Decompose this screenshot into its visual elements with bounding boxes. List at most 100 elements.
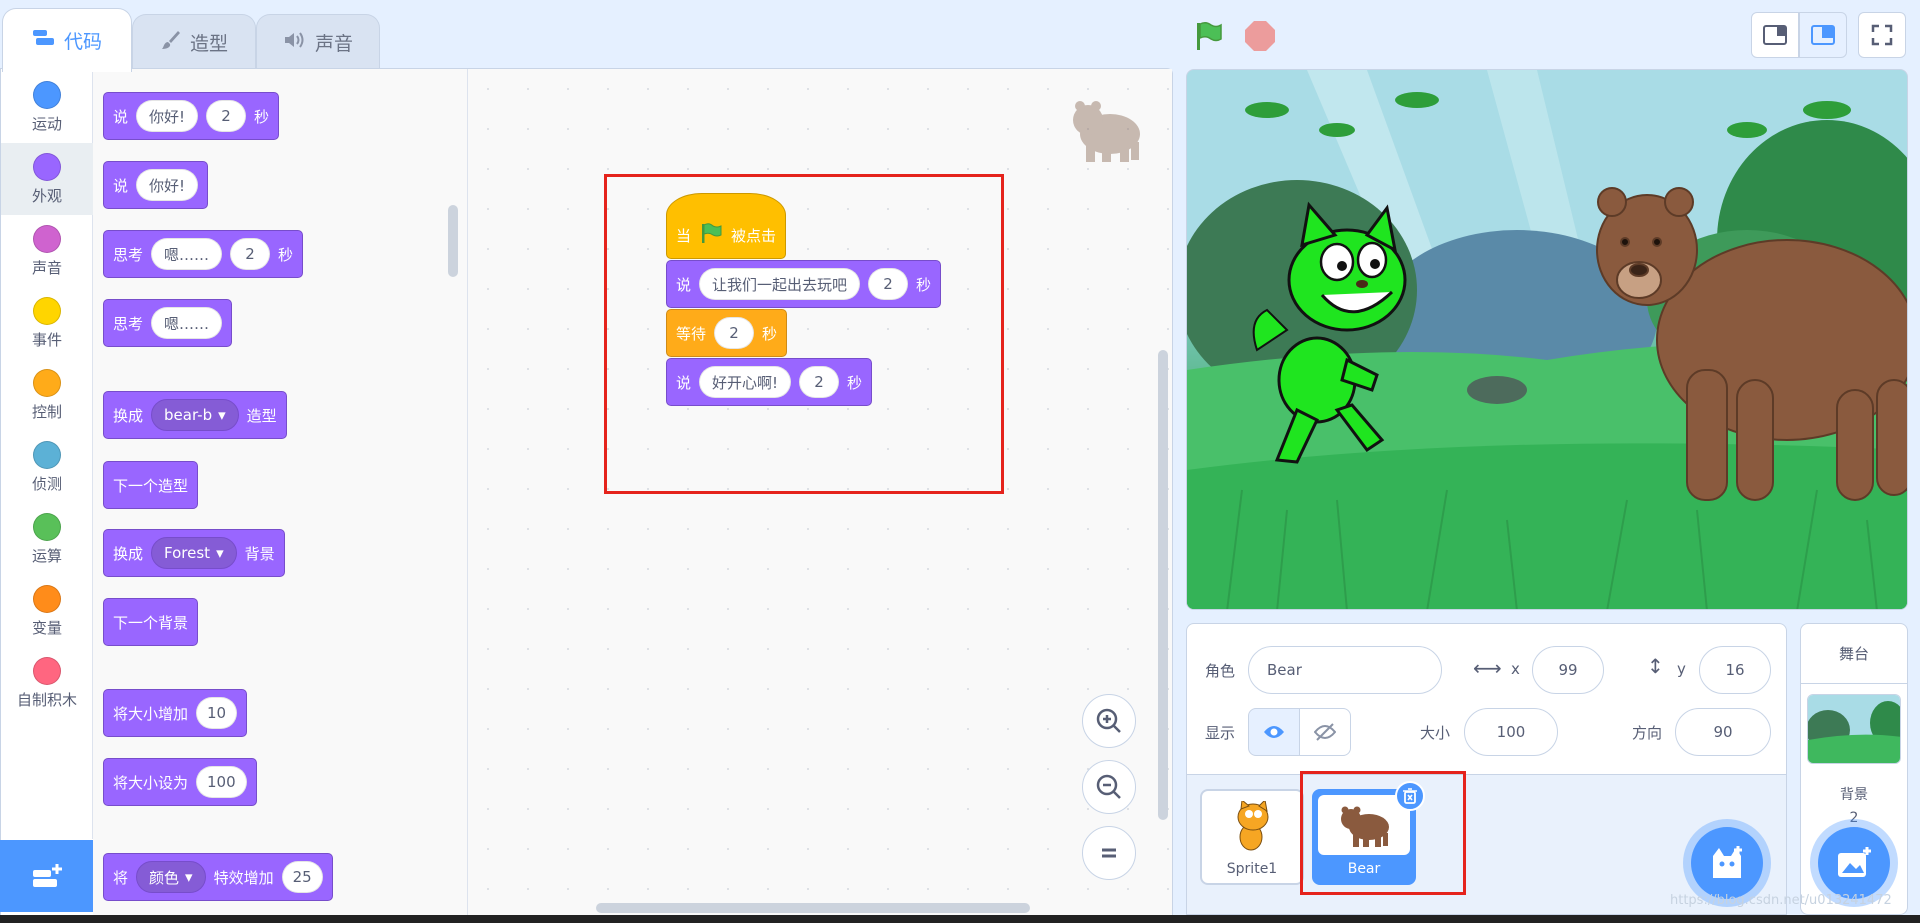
tab-costumes-label: 造型 [189, 33, 228, 55]
message-input[interactable]: 让我们一起出去玩吧 [699, 268, 861, 300]
delete-sprite-button[interactable] [1395, 781, 1425, 811]
when-flag-clicked-block[interactable]: 当 被点击 [666, 193, 787, 259]
sprite-name-input[interactable]: Bear [1248, 646, 1442, 694]
category-sensing[interactable]: 侦测 [1, 431, 93, 503]
think-for-secs-block[interactable]: 思考 嗯…… 2 秒 [103, 230, 304, 278]
effect-amount-input[interactable]: 25 [281, 861, 323, 893]
choose-sprite-button[interactable] [1691, 827, 1763, 899]
seconds-input[interactable]: 2 [868, 268, 909, 300]
add-extension-button[interactable] [0, 840, 93, 912]
zoom-out-button[interactable] [1082, 760, 1136, 814]
category-operators[interactable]: 运算 [1, 503, 93, 575]
y-input[interactable]: 16 [1699, 646, 1771, 694]
backdrop-dropdown[interactable]: Forest ▾ [151, 537, 237, 569]
tab-code[interactable]: 代码 [2, 8, 132, 72]
stage-canvas[interactable] [1186, 69, 1908, 610]
category-label: 自制积木 [16, 690, 77, 709]
sprite-tile-sprite1[interactable]: Sprite1 [1200, 789, 1304, 885]
block-text: 说 [113, 107, 129, 126]
small-stage-button[interactable] [1751, 12, 1799, 58]
block-text: 背景 [244, 544, 275, 563]
script-say-for-secs-block-2[interactable]: 说 好开心啊! 2 秒 [666, 358, 873, 406]
direction-input[interactable]: 90 [1675, 708, 1771, 756]
y-arrows-icon: ↕ [1647, 654, 1664, 678]
workspace-vertical-scrollbar[interactable] [1158, 350, 1168, 820]
normal-stage-button[interactable] [1799, 12, 1847, 58]
choose-backdrop-button[interactable] [1818, 827, 1890, 899]
green-flag-icon[interactable] [1188, 16, 1228, 56]
category-looks[interactable]: 外观 [1, 143, 93, 215]
fullscreen-icon [1871, 24, 1893, 46]
normal-stage-icon [1811, 25, 1835, 45]
paintbrush-icon [160, 29, 182, 57]
trash-icon [1403, 788, 1417, 804]
add-backdrop-icon [1838, 847, 1871, 877]
category-motion[interactable]: 运动 [1, 71, 93, 143]
category-label: 外观 [31, 186, 62, 205]
wait-seconds-input[interactable]: 2 [714, 317, 755, 349]
stage-title: 舞台 [1801, 624, 1907, 684]
category-dot [33, 152, 61, 181]
fullscreen-button[interactable] [1858, 12, 1906, 58]
category-label: 变量 [31, 618, 62, 637]
block-text: 秒 [847, 373, 863, 392]
say-for-secs-block[interactable]: 说 你好! 2 秒 [103, 92, 280, 140]
script-say-for-secs-block[interactable]: 说 让我们一起出去玩吧 2 秒 [666, 260, 942, 308]
next-backdrop-block[interactable]: 下一个背景 [103, 598, 199, 646]
dropdown-value: Forest [164, 544, 211, 562]
backdrop-thumbnail [1807, 694, 1901, 764]
message-input[interactable]: 你好! [136, 100, 199, 132]
think-block[interactable]: 思考 嗯…… [103, 299, 233, 347]
category-control[interactable]: 控制 [1, 359, 93, 431]
category-dot [33, 656, 61, 685]
zoom-in-button[interactable] [1082, 694, 1136, 748]
tab-costumes[interactable]: 造型 [132, 14, 256, 70]
message-input[interactable]: 你好! [136, 169, 199, 201]
switch-backdrop-block[interactable]: 换成 Forest ▾ 背景 [103, 529, 285, 577]
size-input[interactable]: 100 [1464, 708, 1558, 756]
block-text: 思考 [113, 245, 144, 264]
category-my-blocks[interactable]: 自制积木 [1, 647, 93, 719]
zoom-reset-button[interactable] [1082, 826, 1136, 880]
add-sprite-cat-icon [1713, 846, 1742, 878]
say-block[interactable]: 说 你好! [103, 161, 209, 209]
change-effect-block[interactable]: 将 颜色 ▾ 特效增加 25 [103, 853, 333, 901]
block-text: 下一个造型 [113, 476, 189, 495]
x-input[interactable]: 99 [1532, 646, 1604, 694]
add-extension-icon [32, 864, 62, 887]
y-label: y [1677, 660, 1686, 678]
category-sound[interactable]: 声音 [1, 215, 93, 287]
forest-backdrop [1187, 70, 1907, 609]
direction-label: 方向 [1632, 724, 1663, 742]
caret-down-icon: ▾ [185, 868, 193, 886]
cat-thumbnail-icon [1237, 801, 1269, 851]
show-hidden-button[interactable] [1299, 708, 1351, 756]
seconds-input[interactable]: 2 [799, 366, 840, 398]
switch-costume-block[interactable]: 换成 bear-b ▾ 造型 [103, 391, 287, 439]
stop-icon[interactable] [1240, 16, 1280, 56]
workspace-horizontal-scrollbar[interactable] [596, 903, 1030, 913]
set-size-block[interactable]: 将大小设为 100 [103, 758, 257, 806]
category-label: 事件 [31, 330, 62, 349]
next-costume-block[interactable]: 下一个造型 [103, 461, 199, 509]
tab-sounds[interactable]: 声音 [256, 14, 380, 70]
seconds-input[interactable]: 2 [230, 238, 271, 270]
block-palette: 说 你好! 2 秒 说 你好! 思考 嗯…… 2 秒 思考 嗯…… 换成 bea… [93, 69, 468, 915]
seconds-input[interactable]: 2 [206, 100, 247, 132]
bottom-strip [0, 915, 1920, 923]
category-events[interactable]: 事件 [1, 287, 93, 359]
size-input[interactable]: 10 [196, 697, 238, 729]
category-dot [33, 296, 61, 325]
script-wait-block[interactable]: 等待 2 秒 [666, 309, 788, 357]
message-input[interactable]: 好开心啊! [699, 366, 792, 398]
category-variables[interactable]: 变量 [1, 575, 93, 647]
size-input[interactable]: 100 [196, 766, 247, 798]
message-input[interactable]: 嗯…… [151, 238, 223, 270]
show-visible-button[interactable] [1248, 708, 1300, 756]
effect-dropdown[interactable]: 颜色 ▾ [136, 861, 206, 893]
message-input[interactable]: 嗯…… [151, 307, 223, 339]
costume-dropdown[interactable]: bear-b ▾ [151, 399, 239, 431]
palette-scrollbar[interactable] [448, 205, 458, 277]
change-size-block[interactable]: 将大小增加 10 [103, 689, 248, 737]
highlight-box-sprite [1300, 771, 1466, 895]
